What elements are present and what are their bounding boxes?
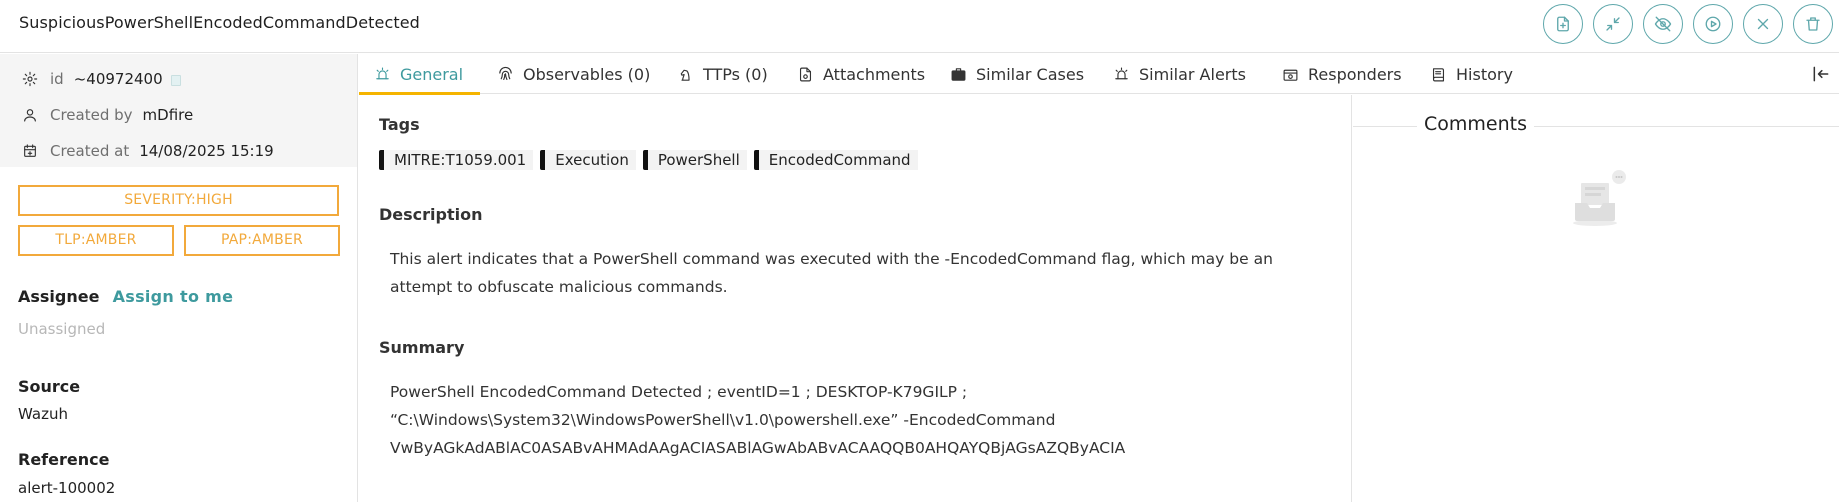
comments-divider: [1353, 126, 1417, 127]
comments-title: Comments: [1417, 113, 1534, 135]
siren-icon: [1115, 67, 1128, 79]
tab-label: Similar Cases: [976, 64, 1085, 84]
tab-ttps[interactable]: TTPs (0): [677, 54, 768, 94]
shrink-arrows-icon: [1606, 17, 1620, 31]
tag-item[interactable]: PowerShell: [642, 150, 747, 170]
copy-icon[interactable]: [168, 74, 181, 88]
tab-observables[interactable]: Observables (0): [497, 54, 650, 94]
delete-button[interactable]: [1793, 4, 1833, 44]
alarm-icon: [376, 67, 389, 79]
summary-text: PowerShell EncodedCommand Detected ; eve…: [390, 378, 1125, 462]
reference-label: Reference: [18, 450, 110, 469]
user-icon: [22, 107, 38, 123]
pap-badge[interactable]: PAP:AMBER: [184, 225, 340, 256]
fingerprint-icon: [499, 66, 512, 80]
reference-value: alert-100002: [18, 479, 116, 497]
assignee-label: Assignee: [18, 287, 100, 306]
tab-label: History: [1456, 64, 1513, 84]
tab-label: Observables (0): [523, 64, 651, 84]
tab-label: TTPs (0): [703, 64, 768, 84]
tag-item[interactable]: Execution: [540, 150, 636, 170]
meta-id-row: id ~40972400: [0, 61, 357, 97]
trash-icon: [1806, 17, 1820, 31]
classification-badges: SEVERITY:HIGH TLP:AMBER PAP:AMBER: [0, 167, 357, 256]
source-label: Source: [18, 377, 81, 396]
tab-general[interactable]: General: [374, 54, 463, 94]
attachment-icon: [799, 67, 812, 81]
created-by-label: Created by: [50, 106, 133, 124]
run-button[interactable]: [1693, 4, 1733, 44]
created-at-value: 14/08/2025 15:19: [139, 142, 274, 160]
description-title: Description: [379, 205, 483, 224]
tag-list: MITRE:T1059.001 Execution PowerShell Enc…: [379, 150, 918, 170]
description-line: attempt to obfuscate malicious commands.: [390, 278, 728, 296]
close-icon: [1757, 18, 1769, 30]
tab-history[interactable]: History: [1430, 54, 1513, 94]
assignee-row: Assignee Assign to me: [18, 287, 233, 306]
tlp-badge[interactable]: TLP:AMBER: [18, 225, 174, 256]
alert-meta: id ~40972400 Created by mDfire Created a…: [0, 54, 357, 167]
gear-icon: [22, 71, 38, 87]
tab-label: Similar Alerts: [1139, 64, 1246, 84]
general-panel: Tags MITRE:T1059.001 Execution PowerShel…: [359, 95, 1352, 502]
collapse-left-icon: [1813, 66, 1829, 82]
meta-created-by-row: Created by mDfire: [0, 97, 357, 133]
summary-line: PowerShell EncodedCommand Detected ; eve…: [390, 383, 968, 401]
description-line: This alert indicates that a PowerShell c…: [390, 250, 1273, 268]
play-circle-icon: [1705, 16, 1721, 32]
tab-label: Responders: [1308, 64, 1402, 84]
empty-inbox-icon: [1571, 167, 1627, 229]
page-title: SuspiciousPowerShellEncodedCommandDetect…: [19, 13, 420, 32]
assign-to-me-link[interactable]: Assign to me: [113, 287, 234, 306]
tab-responders[interactable]: Responders: [1282, 54, 1402, 94]
header-actions: [1543, 4, 1833, 44]
tag-item[interactable]: EncodedCommand: [753, 150, 918, 170]
tags-title: Tags: [379, 115, 420, 134]
briefcase-icon: [951, 67, 966, 81]
eye-off-icon: [1654, 16, 1672, 32]
chess-knight-icon: [680, 69, 690, 81]
assignee-value: Unassigned: [18, 320, 106, 338]
ignore-button[interactable]: [1643, 4, 1683, 44]
tab-similar-alerts[interactable]: Similar Alerts: [1113, 54, 1246, 94]
close-button[interactable]: [1743, 4, 1783, 44]
page-header: SuspiciousPowerShellEncodedCommandDetect…: [0, 0, 1839, 53]
responder-gear-icon: [1283, 69, 1298, 81]
id-label: id: [50, 70, 64, 88]
book-icon: [1432, 67, 1445, 81]
description-text: This alert indicates that a PowerShell c…: [390, 245, 1273, 301]
id-value: ~40972400: [73, 70, 163, 88]
comments-panel: Comments: [1353, 95, 1839, 502]
summary-line: VwByAGkAdABlAC0ASABvAHMAdAAgACIASABlAGwA…: [390, 439, 1126, 457]
comments-divider: [1531, 126, 1839, 127]
summary-title: Summary: [379, 338, 465, 357]
meta-created-at-row: Created at 14/08/2025 15:19: [0, 133, 357, 169]
collapse-panel-button[interactable]: [1811, 64, 1831, 84]
created-by-value: mDfire: [142, 106, 194, 124]
calendar-plus-icon: [22, 143, 38, 159]
created-at-label: Created at: [50, 142, 130, 160]
file-plus-icon: [1557, 16, 1569, 32]
merge-button[interactable]: [1593, 4, 1633, 44]
tab-similar-cases[interactable]: Similar Cases: [950, 54, 1084, 94]
severity-badge[interactable]: SEVERITY:HIGH: [18, 185, 339, 216]
tag-item[interactable]: MITRE:T1059.001: [379, 150, 534, 170]
tab-bar: General Observables (0) TTPs (0) Attachm…: [359, 54, 1839, 95]
tab-label: General: [400, 64, 464, 84]
summary-line: “C:\Windows\System32\WindowsPowerShell\v…: [390, 411, 1056, 429]
source-value: Wazuh: [18, 405, 68, 423]
tab-attachments[interactable]: Attachments: [797, 54, 925, 94]
create-case-button[interactable]: [1543, 4, 1583, 44]
tab-label: Attachments: [823, 64, 926, 84]
alert-sidebar: id ~40972400 Created by mDfire Created a…: [0, 54, 358, 502]
